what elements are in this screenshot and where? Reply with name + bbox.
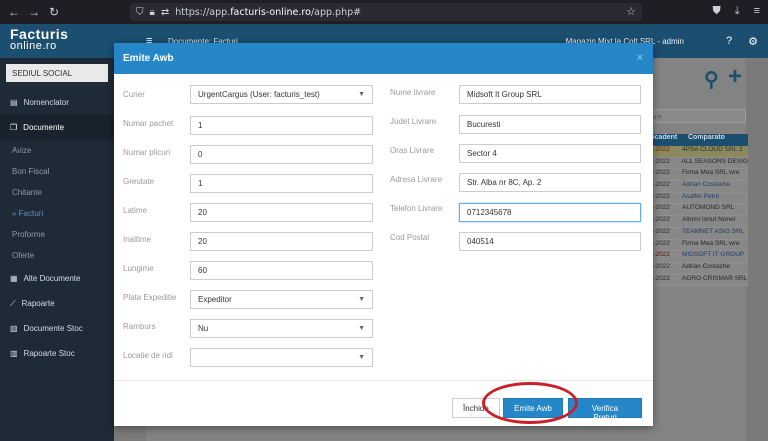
chart-icon: ⟋ [10, 298, 16, 308]
judet-livrare-label: Judet Livrare [390, 117, 437, 126]
permissions-icon: ⇄ [160, 6, 170, 18]
table-row[interactable]: 10-2022 AUTOMOND SRL [640, 204, 748, 217]
ramburs-select[interactable]: Nu ▼ [190, 319, 373, 338]
table-row[interactable]: 10-2022 Firma Mea SRL wre [640, 239, 748, 252]
sidebar-item-nomenclator[interactable]: ▤ Nomenclator [0, 90, 114, 115]
chevron-down-icon: ▼ [358, 325, 365, 332]
settings-icon[interactable]: ⚙ [748, 35, 758, 48]
list-icon: ▤ [10, 98, 18, 107]
locatie-ridicare-label: Locatie de ridi [123, 351, 173, 360]
lock-icon: 🔒︎ [149, 6, 155, 18]
cod-postal-label: Cod Postal [390, 233, 430, 242]
numar-plicuri-label: Numar plicuri [123, 148, 171, 157]
chevron-down-icon: ▼ [358, 91, 365, 98]
latime-label: Latime [123, 206, 148, 215]
table-row[interactable]: 10-2022 Asaftei Petre [640, 192, 748, 205]
numar-pachet-input[interactable]: 1 [190, 116, 373, 135]
verifica-preturi-button[interactable]: Verifica Preturi [568, 398, 642, 422]
judet-livrare-input[interactable]: Bucuresti [459, 115, 641, 134]
cod-postal-input[interactable]: 040514 [459, 232, 641, 251]
latime-input[interactable]: 20 [190, 203, 373, 222]
table-row[interactable]: 09-2022 MIDSOFT IT GROUP [640, 251, 748, 263]
chevron-down-icon: ▼ [358, 354, 365, 361]
table-row[interactable]: 10-2022 Adrian Costache [640, 181, 748, 193]
bar-chart-icon: ▥ [10, 349, 18, 358]
sidebar-item-documente[interactable]: ❐ Documente [0, 115, 114, 140]
company-selector[interactable]: SEDIUL SOCIAL [6, 64, 108, 82]
sidebar-sub-facturi[interactable]: » Facturi [0, 203, 114, 224]
highlight-circle [482, 382, 578, 424]
table-row[interactable]: 10-2022 Altomi Ionut Nonel [640, 216, 748, 228]
add-icon[interactable]: + [728, 63, 742, 91]
download-icon[interactable]: ⤓ [735, 5, 740, 18]
modal-header: Emite Awb × [114, 43, 653, 74]
nume-livrare-label: Nume livrare [390, 88, 436, 97]
nume-livrare-input[interactable]: Midsoft It Group SRL [459, 85, 641, 104]
greutate-input[interactable]: 1 [190, 174, 373, 193]
plata-expeditie-label: Plata Expeditie [123, 293, 177, 302]
chevron-down-icon: ▼ [358, 296, 365, 303]
table-row[interactable]: 10-2022 TEAMNET ASIG SRL [640, 227, 748, 240]
url-text: https://app.facturis-online.ro/app.php# [175, 6, 362, 18]
search-icon[interactable]: ⚲ [704, 67, 719, 92]
filter-input[interactable]: ltare [640, 109, 746, 123]
adresa-livrare-input[interactable]: Str. Alba nr 8C, Ap. 2 [459, 173, 641, 192]
sidebar-sub-avize[interactable]: Avize [0, 140, 114, 161]
greutate-label: Greutate [123, 177, 155, 186]
reload-icon[interactable]: ↻ [44, 5, 64, 19]
numar-pachet-label: Numar pachet [123, 119, 174, 128]
back-icon[interactable]: ← [4, 5, 24, 19]
table-row[interactable]: 10-2022 ALL SEASONS DESIG [640, 157, 748, 170]
forward-icon[interactable]: → [24, 5, 44, 19]
telefon-livrare-input[interactable]: 0712345678 [459, 203, 641, 222]
sidebar-item-rapoarte[interactable]: ⟋ Rapoarte [0, 291, 114, 316]
oras-livrare-input[interactable]: Sector 4 [459, 144, 641, 163]
stock-doc-icon: ▧ [10, 324, 18, 333]
numar-plicuri-input[interactable]: 0 [190, 145, 373, 164]
sidebar-sub-chitante[interactable]: Chitante [0, 182, 114, 203]
lungime-label: Lungime [123, 264, 154, 273]
folder-icon: ▦ [10, 274, 18, 283]
app-logo[interactable]: Facturis online.ro [10, 27, 68, 52]
locatie-ridicare-select[interactable]: ▼ [190, 348, 373, 367]
sidebar: SEDIUL SOCIAL ▤ Nomenclator ❐ Documente Av… [0, 58, 114, 441]
plata-expeditie-select[interactable]: Expeditor ▼ [190, 290, 373, 309]
documents-icon: ❐ [10, 123, 18, 132]
curier-select[interactable]: UrgentCargus (User: facturis_test) ▼ [190, 85, 373, 104]
ramburs-label: Ramburs [123, 322, 156, 331]
table-row[interactable]: 09-2022 4PSA CLOUD SRL 2 [640, 146, 748, 158]
table-row[interactable]: 10-2022 AGRO CRISMAR SRL [640, 274, 748, 287]
inaltime-input[interactable]: 20 [190, 232, 373, 251]
menu-icon[interactable]: ≡ [754, 5, 760, 18]
table-header: Scadent Comparato [640, 134, 748, 146]
sidebar-sub-oferte[interactable]: Oferte [0, 245, 114, 266]
table-row[interactable]: 10-2022 Adrian Costache [640, 262, 748, 275]
curier-label: Curier [123, 90, 145, 99]
sidebar-item-rapoarte-stoc[interactable]: ▥ Rapoarte Stoc [0, 341, 114, 366]
adresa-livrare-label: Adresa Livrare [390, 175, 443, 184]
modal-title: Emite Awb [123, 53, 174, 64]
oras-livrare-label: Oras Livrare [390, 146, 435, 155]
address-bar[interactable]: ⛉ 🔒︎ ⇄ https://app.facturis-online.ro/ap… [130, 3, 642, 21]
table-row[interactable]: 10-2022 Firma Mea SRL wre [640, 169, 748, 182]
sidebar-item-alte-documente[interactable]: ▦ Alte Documente [0, 266, 114, 291]
telefon-livrare-label: Telefon Livrare [390, 204, 443, 213]
sidebar-item-documente-stoc[interactable]: ▧ Documente Stoc [0, 316, 114, 341]
help-icon[interactable]: ? [726, 35, 732, 48]
pocket-icon[interactable]: ⛊ [712, 5, 720, 18]
shield-icon: ⛉ [136, 6, 144, 18]
invoices-table: Scadent Comparato 09-2022 4PSA CLOUD SRL … [640, 134, 748, 287]
browser-toolbar: ← → ↻ ⛉ 🔒︎ ⇄ https://app.facturis-online… [0, 0, 768, 24]
emite-awb-modal: Emite Awb × Curier UrgentCargus (User: f… [114, 43, 653, 426]
sidebar-sub-bon-fiscal[interactable]: Bon Fiscal [0, 161, 114, 182]
lungime-input[interactable]: 60 [190, 261, 373, 280]
inaltime-label: Inaltime [123, 235, 152, 244]
close-icon[interactable]: × [637, 52, 643, 64]
sidebar-sub-proforme[interactable]: Proforme [0, 224, 114, 245]
bookmark-star-icon[interactable]: ☆ [626, 5, 636, 18]
